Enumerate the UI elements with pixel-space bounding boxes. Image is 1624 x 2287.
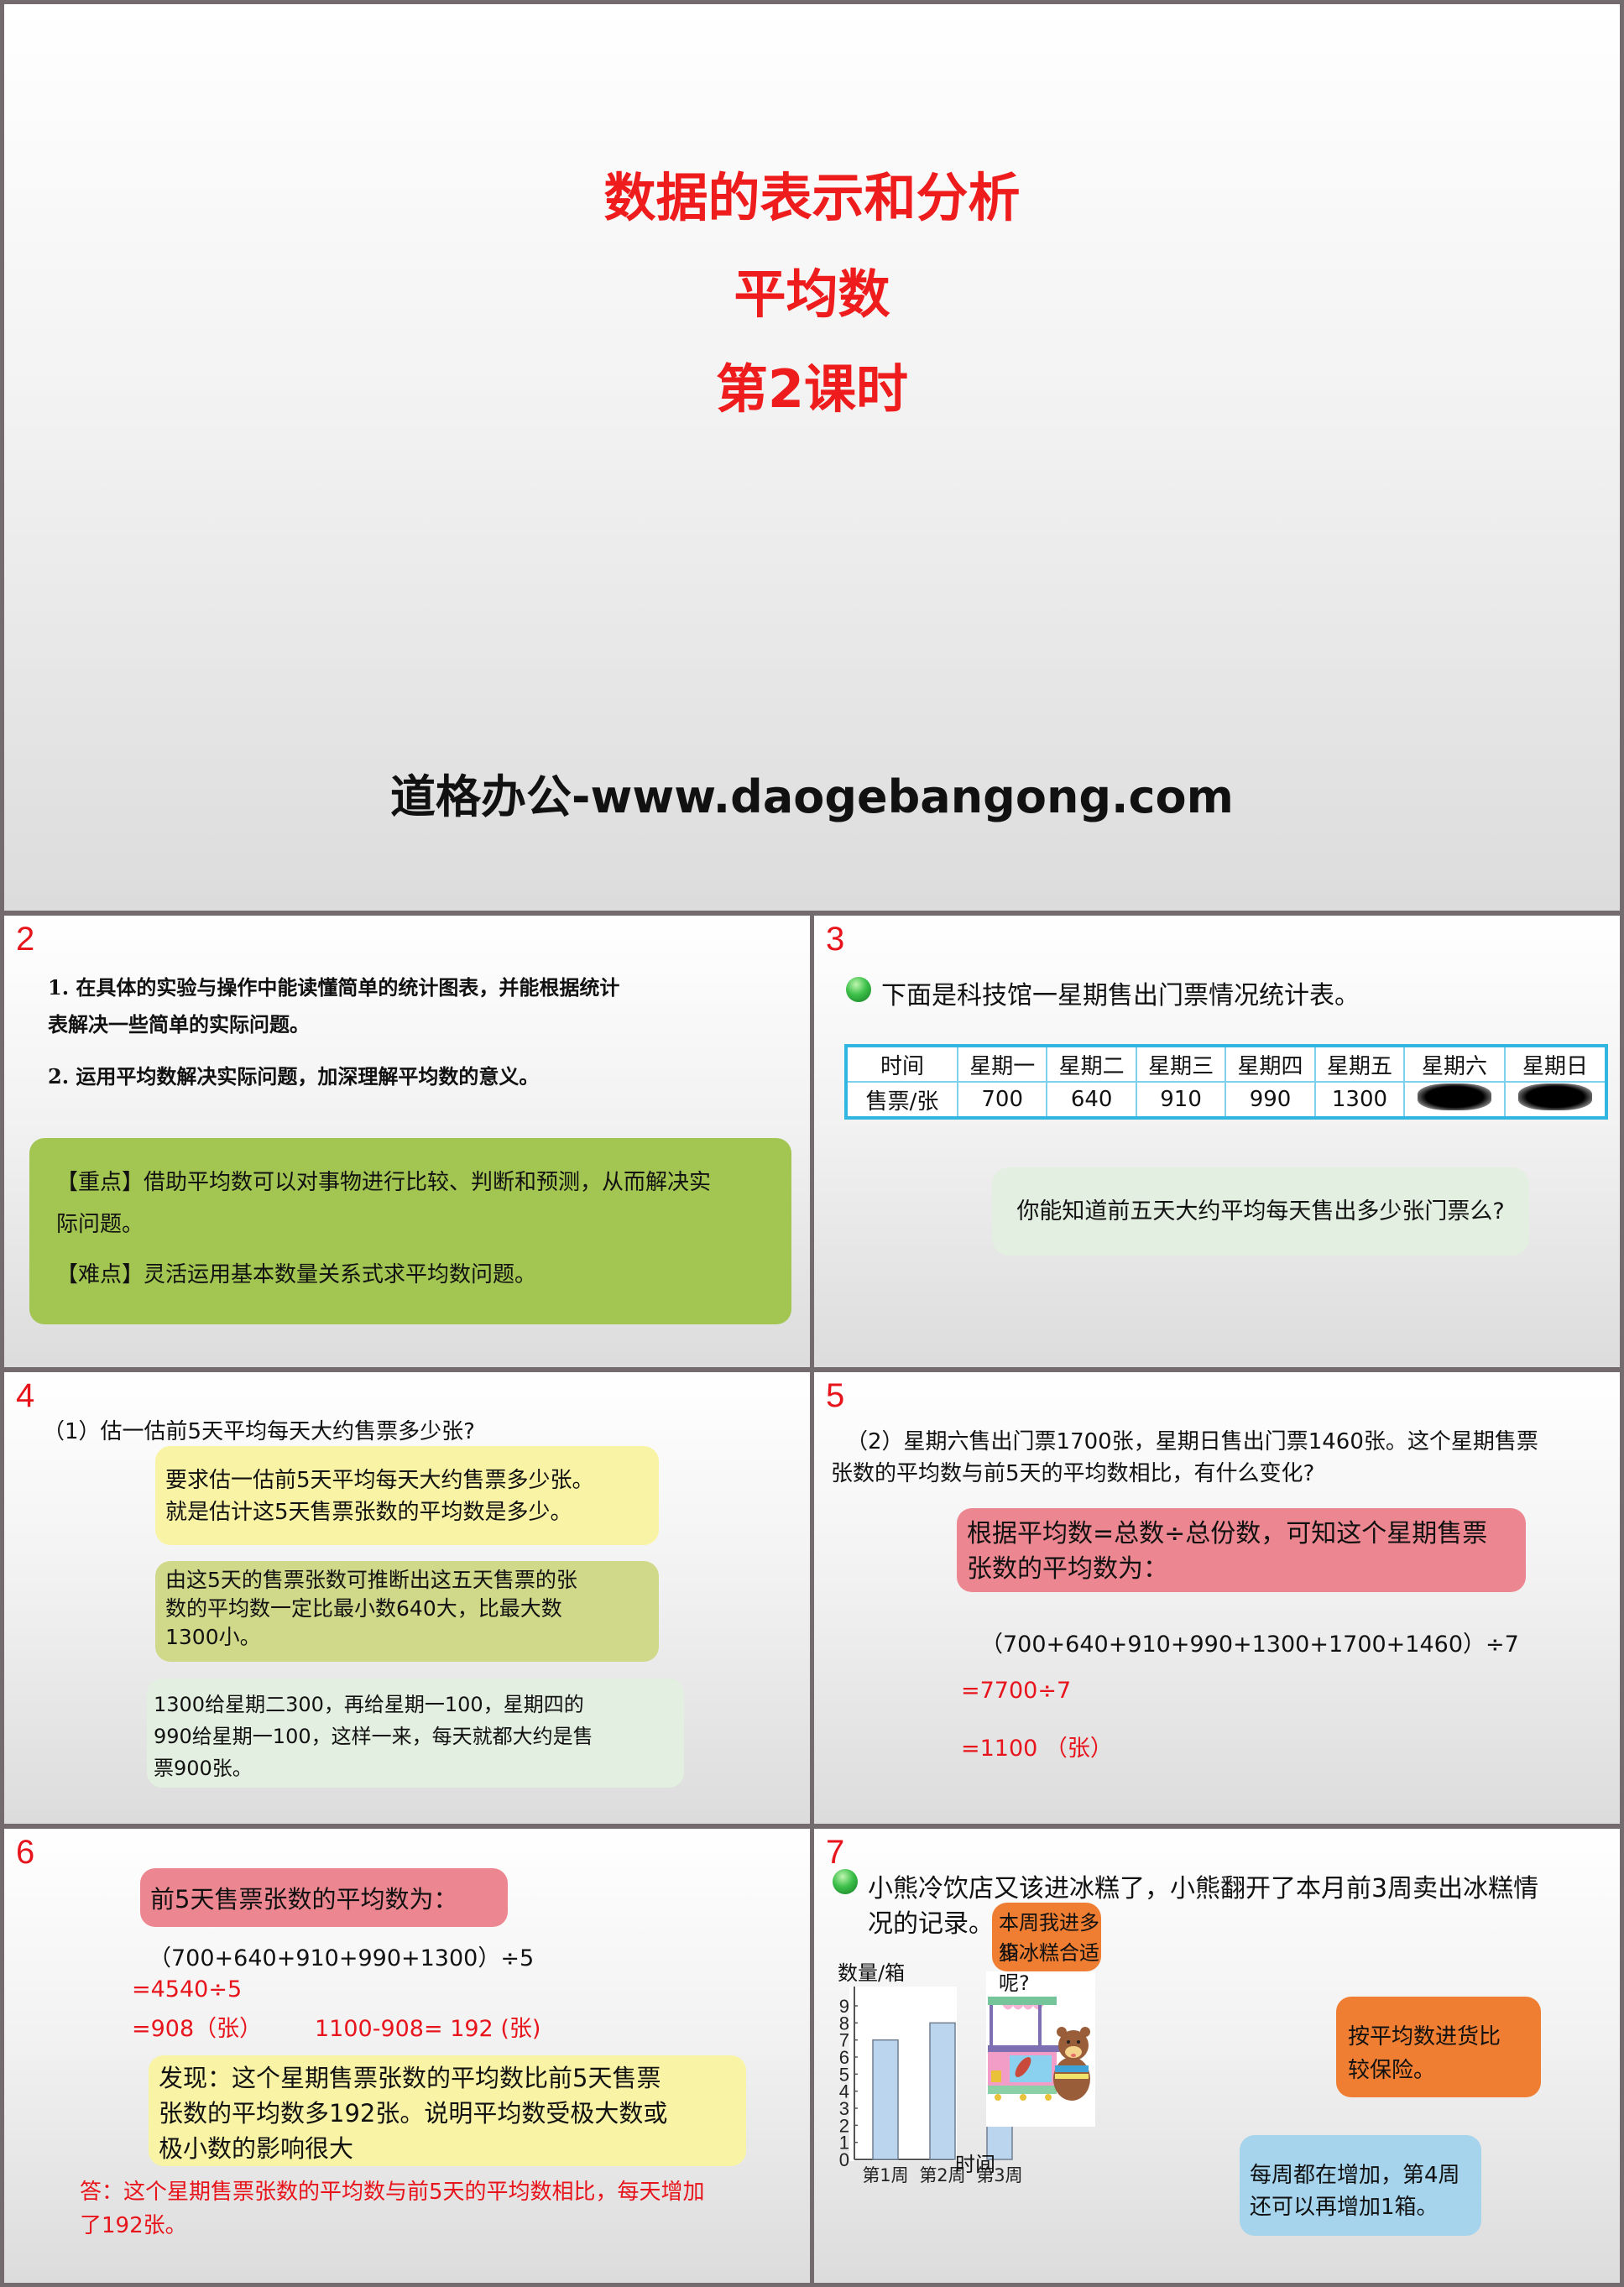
table-header-cell: 星期四 bbox=[1225, 1045, 1316, 1083]
table-cell: 640 bbox=[1046, 1081, 1137, 1119]
formula-text: （700+640+910+990+1300+1700+1460）÷7 bbox=[980, 1632, 1519, 1658]
table-header-cell: 星期一 bbox=[956, 1045, 1048, 1083]
ticket-sales-table: 时间 星期一 星期二 星期三 星期四 星期五 星期六 星期日 售票/张 700 … bbox=[844, 1044, 1608, 1120]
answer-text: 了192张。 bbox=[80, 2213, 187, 2238]
bubble-text: 还可以再增加1箱。 bbox=[1250, 2195, 1439, 2220]
speech-bubble-yellow: 发现：这个星期售票张数的平均数比前5天售票 张数的平均数多192张。说明平均数受… bbox=[149, 2055, 746, 2166]
table-cell-obscured bbox=[1403, 1081, 1506, 1119]
table-cell: 700 bbox=[956, 1081, 1048, 1119]
table-cell: 910 bbox=[1135, 1081, 1227, 1119]
table-cell: 1300 bbox=[1313, 1081, 1406, 1119]
slide-number: 6 bbox=[16, 1834, 35, 1871]
bubble-text: 要求估一估前5天平均每天大约售票多少张。 bbox=[165, 1468, 594, 1493]
x-tick-label: 第1周 bbox=[862, 2165, 908, 2185]
bubble-text: 由这5天的售票张数可推断出这五天售票的张 bbox=[165, 1568, 577, 1592]
key-points-box: 【重点】借助平均数可以对事物进行比较、判断和预测，从而解决实 际问题。 【难点】… bbox=[29, 1138, 791, 1324]
objective-line: 2. 运用平均数解决实际问题，加深理解平均数的意义。 bbox=[48, 1064, 540, 1089]
question-text: 张数的平均数与前5天的平均数相比，有什么变化? bbox=[831, 1461, 1315, 1486]
speech-bubble-mint: 1300给星期二300，再给星期一100，星期四的 990给星期一100，这样一… bbox=[147, 1679, 684, 1788]
cover-lesson: 第2课时 bbox=[715, 358, 909, 420]
bubble-text: 前5天售票张数的平均数为： bbox=[150, 1885, 458, 1914]
bubble-text: 票900张。 bbox=[154, 1757, 253, 1780]
slide-1-cover[interactable]: 数据的表示和分析 平均数 第2课时 道格办公-www.daogebangong.… bbox=[4, 4, 1620, 911]
table-header-cell: 星期六 bbox=[1403, 1045, 1506, 1083]
slide-number: 3 bbox=[826, 921, 845, 958]
ink-blot-redaction bbox=[1517, 1083, 1592, 1110]
green-bullet-icon bbox=[846, 977, 871, 1002]
brand-watermark: 道格办公-www.daogebangong.com bbox=[390, 770, 1234, 823]
table-header-cell: 星期五 bbox=[1313, 1045, 1406, 1083]
bubble-text: 每周都在增加，第4周 bbox=[1250, 2163, 1460, 2188]
speech-bubble-olive: 由这5天的售票张数可推断出这五天售票的张 数的平均数一定比最小数640大，比最大… bbox=[155, 1561, 659, 1662]
cover-title: 数据的表示和分析 bbox=[603, 167, 1021, 228]
x-axis-label: 时间 bbox=[955, 2153, 995, 2176]
speech-bubble-increase: 每周都在增加，第4周 还可以再增加1箱。 bbox=[1240, 2135, 1481, 2236]
slide-number: 2 bbox=[16, 921, 35, 958]
slide-number: 4 bbox=[16, 1377, 35, 1414]
answer-text: 答：这个星期售票张数的平均数与前5天的平均数相比，每天增加 bbox=[80, 2180, 705, 2205]
y-tick-label: 9 bbox=[839, 1996, 849, 2017]
calculation-result: =1100 （张） bbox=[961, 1736, 1113, 1762]
objective-line: 1. 在具体的实验与操作中能读懂简单的统计图表，并能根据统计 bbox=[48, 975, 620, 1000]
slide-4-estimate[interactable]: 4 （1）估一估前5天平均每天大约售票多少张? 要求估一估前5天平均每天大约售票… bbox=[4, 1372, 810, 1824]
difficulty-text: 【难点】灵活运用基本数量关系式求平均数问题。 bbox=[56, 1262, 537, 1287]
table-header-cell: 星期二 bbox=[1046, 1045, 1137, 1083]
table-cell-obscured bbox=[1503, 1081, 1608, 1119]
bubble-text: 张数的平均数为： bbox=[967, 1554, 1168, 1584]
table-cell: 990 bbox=[1225, 1081, 1316, 1119]
table-row: 售票/张 700 640 910 990 1300 bbox=[845, 1081, 1608, 1119]
key-point-text: 【重点】借助平均数可以对事物进行比较、判断和预测，从而解决实 bbox=[56, 1170, 712, 1195]
formula-text: （700+640+910+990+1300）÷5 bbox=[149, 1945, 535, 1971]
bubble-text: 箱冰糕合适呢? bbox=[999, 1941, 1099, 1995]
question-text: （1）估一估前5天平均每天大约售票多少张? bbox=[43, 1419, 475, 1444]
table-header-cell: 星期日 bbox=[1503, 1045, 1608, 1083]
speech-bubble-average: 按平均数进货比 较保险。 bbox=[1336, 1997, 1541, 2097]
bubble-text: 1300给星期二300，再给星期一100，星期四的 bbox=[154, 1693, 584, 1716]
question-box: 你能知道前五天大约平均每天售出多少张门票么? bbox=[992, 1167, 1529, 1256]
calculation-result: =908（张） bbox=[132, 2016, 263, 2042]
speech-bubble-yellow: 要求估一估前5天平均每天大约售票多少张。 就是估计这5天售票张数的平均数是多少。 bbox=[155, 1446, 659, 1545]
question-text: （2）星期六售出门票1700张，星期日售出门票1460张。这个星期售票 bbox=[846, 1429, 1538, 1454]
difference-calculation: 1100-908= 192 (张) bbox=[315, 2016, 541, 2042]
table-header-row: 时间 星期一 星期二 星期三 星期四 星期五 星期六 星期日 bbox=[845, 1045, 1608, 1083]
bubble-text: 1300小。 bbox=[165, 1625, 261, 1649]
ink-blot-redaction bbox=[1418, 1083, 1492, 1110]
bubble-text: 就是估计这5天售票张数的平均数是多少。 bbox=[165, 1500, 572, 1525]
bar-第2周 bbox=[929, 2022, 956, 2160]
finding-text: 极小数的影响很大 bbox=[159, 2134, 354, 2163]
objective-line: 表解决一些简单的实际问题。 bbox=[48, 1012, 310, 1036]
lead-text: 下面是科技馆一星期售出门票情况统计表。 bbox=[881, 981, 1360, 1010]
slide-6-comparison[interactable]: 6 前5天售票张数的平均数为： （700+640+910+990+1300）÷5… bbox=[4, 1829, 810, 2283]
slide-5-week-average[interactable]: 5 （2）星期六售出门票1700张，星期日售出门票1460张。这个星期售票 张数… bbox=[814, 1372, 1620, 1824]
cover-subtitle: 平均数 bbox=[734, 264, 890, 325]
bubble-text: 根据平均数=总数÷总份数，可知这个星期售票 bbox=[967, 1519, 1488, 1548]
table-header-cell: 时间 bbox=[845, 1045, 958, 1083]
bar-第1周 bbox=[872, 2039, 899, 2160]
bubble-text: 数的平均数一定比最小数640大，比最大数 bbox=[165, 1596, 562, 1621]
bubble-text: 较保险。 bbox=[1348, 2058, 1436, 2083]
speech-bubble-pink: 前5天售票张数的平均数为： bbox=[140, 1868, 508, 1927]
finding-text: 发现：这个星期售票张数的平均数比前5天售票 bbox=[159, 2064, 661, 2092]
finding-text: 张数的平均数多192张。说明平均数受极大数或 bbox=[159, 2099, 668, 2128]
calculation-step: =7700÷7 bbox=[961, 1678, 1072, 1704]
speech-bubble-pink: 根据平均数=总数÷总份数，可知这个星期售票 张数的平均数为： bbox=[957, 1508, 1526, 1592]
table-header-cell: 星期三 bbox=[1135, 1045, 1227, 1083]
speech-bubble-question: 本周我进多少 箱冰糕合适呢? bbox=[992, 1903, 1101, 1995]
table-row-label: 售票/张 bbox=[845, 1081, 958, 1119]
bubble-text: 按平均数进货比 bbox=[1348, 2024, 1501, 2049]
slide-7-ice-cream-chart[interactable]: 7 小熊冷饮店又该进冰糕了，小熊翻开了本月前3周卖出冰糕情 况的记录。 数量/箱… bbox=[814, 1829, 1620, 2283]
slide-number: 5 bbox=[826, 1377, 845, 1414]
key-point-text-cont: 际问题。 bbox=[56, 1212, 144, 1237]
bubble-text: 990给星期一100，这样一来，每天就都大约是售 bbox=[154, 1725, 593, 1748]
slide-3-ticket-table[interactable]: 3 下面是科技馆一星期售出门票情况统计表。 时间 星期一 星期二 星期三 星期四… bbox=[814, 916, 1620, 1367]
slide-2-objectives[interactable]: 2 1. 在具体的实验与操作中能读懂简单的统计图表，并能根据统计 表解决一些简单… bbox=[4, 916, 810, 1367]
calculation-step: =4540÷5 bbox=[132, 1976, 243, 2002]
